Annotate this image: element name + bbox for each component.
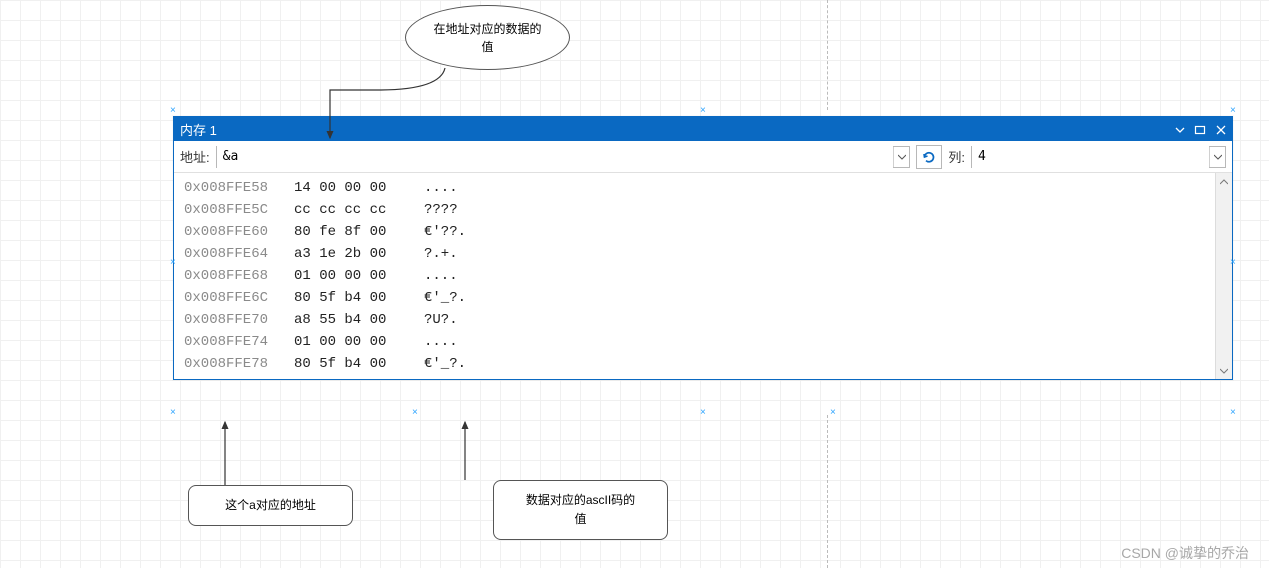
memory-row: 0x008FFE5Ccc cc cc cc????: [174, 199, 1232, 221]
refresh-button[interactable]: [916, 145, 942, 169]
memory-hex: cc cc cc cc: [294, 199, 424, 221]
annotation-top-ellipse: 在地址对应的数据的 值: [405, 5, 570, 70]
memory-hex: 01 00 00 00: [294, 331, 424, 353]
memory-hex: 80 fe 8f 00: [294, 221, 424, 243]
address-label: 地址:: [180, 147, 210, 166]
memory-address: 0x008FFE5C: [184, 199, 294, 221]
memory-row: 0x008FFE5814 00 00 00....: [174, 177, 1232, 199]
memory-hex: a3 1e 2b 00: [294, 243, 424, 265]
annotation-left-box: 这个a对应的地址: [188, 485, 353, 526]
memory-ascii: ?U?.: [424, 309, 458, 331]
menu-down-icon[interactable]: [1175, 125, 1185, 135]
watermark: CSDN @诚挚的乔治: [1121, 543, 1249, 563]
address-combo[interactable]: [216, 146, 911, 168]
memory-hex: a8 55 b4 00: [294, 309, 424, 331]
memory-ascii: ....: [424, 177, 458, 199]
memory-address: 0x008FFE64: [184, 243, 294, 265]
close-icon[interactable]: [1216, 125, 1226, 135]
scrollbar[interactable]: [1215, 173, 1232, 379]
annotation-text: 在地址对应的数据的 值: [433, 20, 541, 56]
memory-row: 0x008FFE70a8 55 b4 00?U?.: [174, 309, 1232, 331]
memory-hex: 80 5f b4 00: [294, 287, 424, 309]
window-controls: [1169, 122, 1226, 137]
annotation-text: 数据对应的ascII码的 值: [526, 493, 635, 526]
toolbar: 地址: 列:: [174, 141, 1232, 173]
memory-hex: 14 00 00 00: [294, 177, 424, 199]
chevron-down-icon[interactable]: [1209, 147, 1225, 167]
maximize-icon[interactable]: [1194, 125, 1206, 135]
annotation-text: 这个a对应的地址: [225, 498, 316, 512]
columns-label: 列:: [948, 147, 965, 166]
memory-ascii: €'_?.: [424, 353, 466, 375]
memory-row: 0x008FFE7401 00 00 00....: [174, 331, 1232, 353]
memory-address: 0x008FFE78: [184, 353, 294, 375]
memory-ascii: €'_?.: [424, 287, 466, 309]
address-input[interactable]: [217, 146, 894, 168]
memory-ascii: ?.+.: [424, 243, 458, 265]
vertical-divider: [827, 0, 828, 110]
titlebar: 内存 1: [174, 117, 1232, 141]
memory-ascii: ....: [424, 331, 458, 353]
scroll-down-icon[interactable]: [1216, 362, 1232, 379]
refresh-icon: [921, 149, 937, 165]
vertical-divider: [827, 415, 828, 568]
memory-address: 0x008FFE74: [184, 331, 294, 353]
memory-address: 0x008FFE60: [184, 221, 294, 243]
columns-input[interactable]: [972, 146, 1209, 168]
scroll-up-icon[interactable]: [1216, 173, 1232, 190]
memory-ascii: ....: [424, 265, 458, 287]
memory-window: 内存 1 地址: 列: 0x008FFE5814 00 00 00....0x0…: [173, 116, 1233, 380]
memory-row: 0x008FFE6801 00 00 00....: [174, 265, 1232, 287]
chevron-down-icon[interactable]: [893, 147, 909, 167]
window-title: 内存 1: [180, 120, 217, 139]
memory-row: 0x008FFE6C80 5f b4 00€'_?.: [174, 287, 1232, 309]
memory-ascii: ????: [424, 199, 458, 221]
memory-hex: 01 00 00 00: [294, 265, 424, 287]
annotation-right-box: 数据对应的ascII码的 值: [493, 480, 668, 540]
memory-row: 0x008FFE7880 5f b4 00€'_?.: [174, 353, 1232, 375]
memory-address: 0x008FFE68: [184, 265, 294, 287]
memory-address: 0x008FFE58: [184, 177, 294, 199]
columns-combo[interactable]: [971, 146, 1226, 168]
memory-address: 0x008FFE6C: [184, 287, 294, 309]
memory-hex: 80 5f b4 00: [294, 353, 424, 375]
memory-body: 0x008FFE5814 00 00 00....0x008FFE5Ccc cc…: [174, 173, 1232, 379]
memory-address: 0x008FFE70: [184, 309, 294, 331]
memory-row: 0x008FFE6080 fe 8f 00€'??.: [174, 221, 1232, 243]
memory-ascii: €'??.: [424, 221, 466, 243]
memory-row: 0x008FFE64a3 1e 2b 00?.+.: [174, 243, 1232, 265]
